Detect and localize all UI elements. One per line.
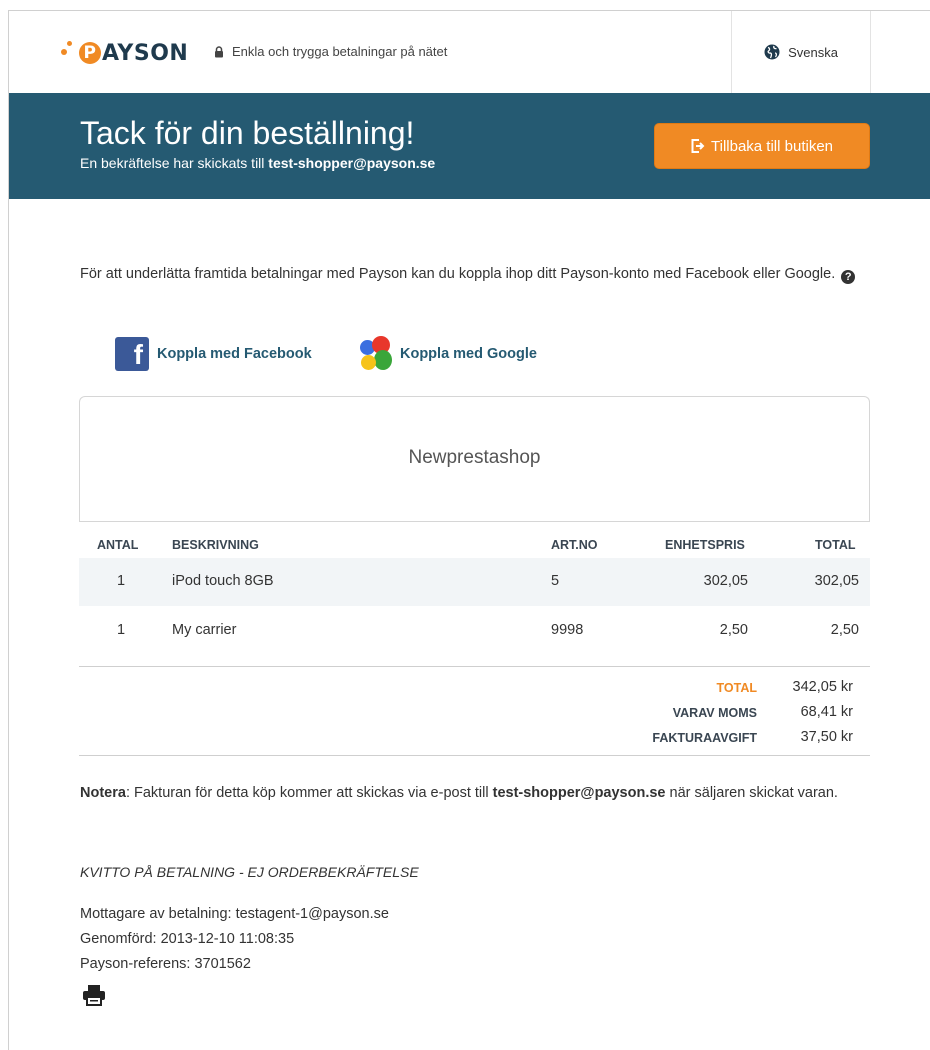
table-row: 1 My carrier 9998 2,50 2,50 xyxy=(79,607,870,655)
google-icon xyxy=(358,336,392,372)
row-qty: 1 xyxy=(117,622,126,638)
payment-recipient: Mottagare av betalning: testagent-1@pays… xyxy=(80,906,389,922)
tagline-text: Enkla och trygga betalningar på nätet xyxy=(232,44,448,59)
receipt-title: KVITTO PÅ BETALNING - EJ ORDERBEKRÄFTELS… xyxy=(80,864,419,880)
top-bar: P AYSON Enkla och trygga betalningar på … xyxy=(9,11,930,93)
subtitle-prefix: En bekräftelse har skickats till xyxy=(80,155,269,171)
exit-icon xyxy=(691,139,705,153)
logo-letter: P xyxy=(79,42,101,64)
print-icon[interactable] xyxy=(82,984,106,1006)
logo-dots xyxy=(61,38,79,68)
total-value: 342,05 kr xyxy=(792,679,853,695)
page-title: Tack för din beställning! xyxy=(80,115,415,151)
lock-icon xyxy=(215,45,223,57)
subtitle-email: test-shopper@payson.se xyxy=(268,155,436,171)
row-artno: 9998 xyxy=(551,622,584,638)
column-header-total: TOTAL xyxy=(815,538,856,552)
row-artno: 5 xyxy=(551,573,560,589)
back-button-label: Tillbaka till butiken xyxy=(711,137,833,155)
row-total: 2,50 xyxy=(830,622,859,638)
google-label: Koppla med Google xyxy=(400,346,537,362)
row-qty: 1 xyxy=(117,573,126,589)
language-label: Svenska xyxy=(788,44,838,60)
note-text-after: när säljaren skickat varan. xyxy=(665,785,838,801)
column-header-qty: ANTAL xyxy=(97,538,139,552)
row-unit-price: 302,05 xyxy=(703,573,748,589)
vat-label: VARAV MOMS xyxy=(672,706,757,720)
payson-logo[interactable]: P AYSON xyxy=(61,33,188,73)
invoice-fee-value: 37,50 kr xyxy=(800,729,853,745)
connect-facebook-link[interactable]: f Koppla med Facebook xyxy=(115,336,312,372)
invoice-fee-label: FAKTURAAVGIFT xyxy=(652,731,757,745)
back-to-store-button[interactable]: Tillbaka till butiken xyxy=(654,123,870,169)
shop-name: Newprestashop xyxy=(408,447,541,468)
column-header-unit-price: ENHETSPRIS xyxy=(665,538,745,552)
confirmation-banner: Tack för din beställning! En bekräftelse… xyxy=(9,93,930,199)
total-label: TOTAL xyxy=(716,681,757,695)
note-text-before: : Fakturan för detta köp kommer att skic… xyxy=(125,785,493,801)
payson-reference: Payson-referens: 3701562 xyxy=(80,956,251,972)
facebook-label: Koppla med Facebook xyxy=(157,346,312,362)
invoice-note: Notera: Fakturan för detta köp kommer at… xyxy=(80,780,880,806)
connect-intro: För att underlätta framtida betalningar … xyxy=(80,261,875,287)
tagline: Enkla och trygga betalningar på nätet xyxy=(214,44,447,59)
divider xyxy=(79,755,870,756)
shop-header-box: Newprestashop xyxy=(79,396,870,522)
table-row: 1 iPod touch 8GB 5 302,05 302,05 xyxy=(79,558,870,606)
note-label: Notera xyxy=(80,785,126,801)
vat-value: 68,41 kr xyxy=(800,704,853,720)
globe-icon xyxy=(764,44,780,60)
language-selector[interactable]: Svenska xyxy=(731,11,871,93)
note-email: test-shopper@payson.se xyxy=(492,785,666,801)
connect-google-link[interactable]: Koppla med Google xyxy=(358,336,537,372)
facebook-icon: f xyxy=(115,337,149,371)
column-header-artno: ART.NO xyxy=(551,538,598,552)
row-unit-price: 2,50 xyxy=(719,622,748,638)
payment-completed: Genomförd: 2013-12-10 11:08:35 xyxy=(80,931,295,947)
logo-text: AYSON xyxy=(102,40,189,66)
divider xyxy=(79,666,870,667)
help-icon[interactable]: ? xyxy=(841,270,856,284)
confirmation-subtitle: En bekräftelse har skickats till test-sh… xyxy=(80,155,435,171)
row-total: 302,05 xyxy=(814,573,859,589)
row-description: iPod touch 8GB xyxy=(172,573,274,589)
row-description: My carrier xyxy=(172,622,237,638)
connect-intro-text: För att underlätta framtida betalningar … xyxy=(80,266,836,282)
column-header-description: BESKRIVNING xyxy=(172,538,259,552)
divider xyxy=(79,521,870,522)
